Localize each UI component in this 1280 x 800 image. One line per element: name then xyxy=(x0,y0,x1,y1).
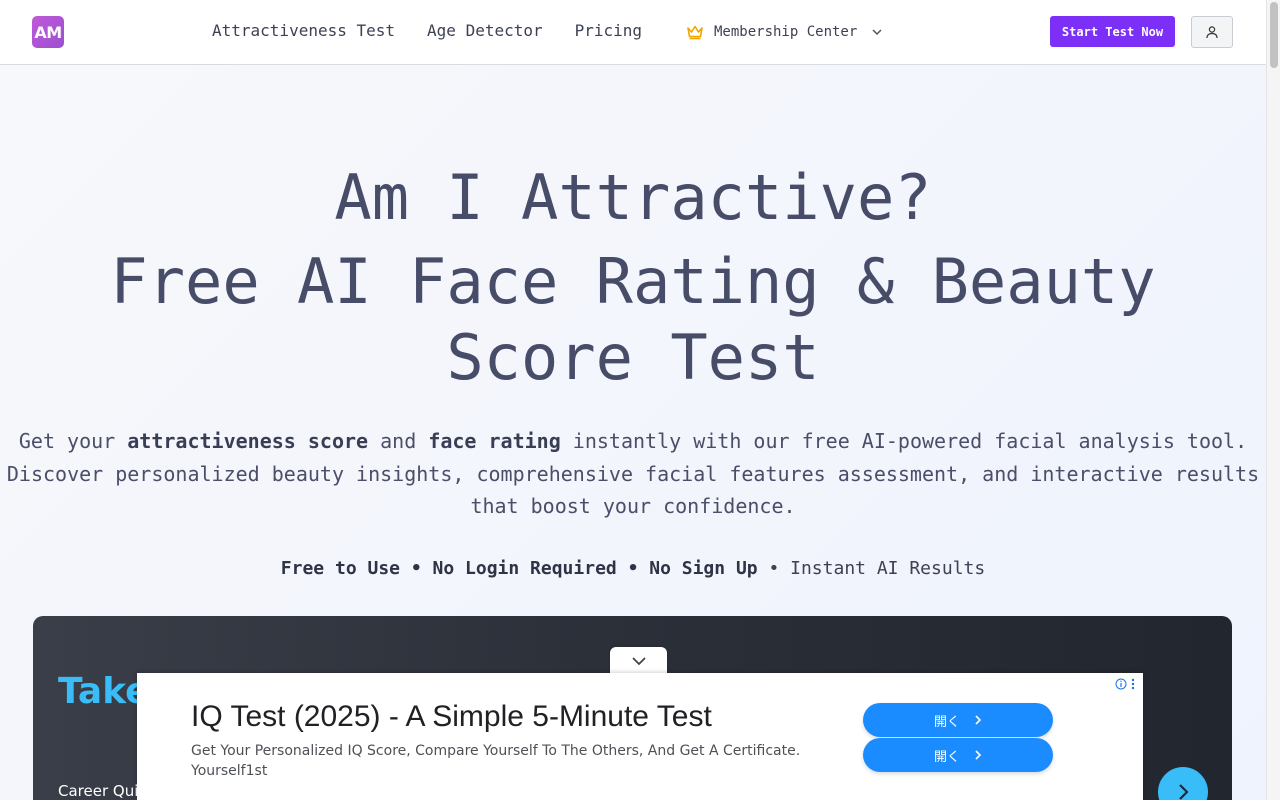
ad-body: Get Your Personalized IQ Score, Compare … xyxy=(191,741,841,781)
site-header: AM Attractiveness Test Age Detector Pric… xyxy=(0,0,1266,65)
scrollbar-thumb[interactable] xyxy=(1270,2,1278,68)
info-icon[interactable] xyxy=(1115,678,1127,690)
card-subtitle[interactable]: Career Qui xyxy=(58,782,138,800)
hero-title-line2: Free AI Face Rating & Beauty Score Test xyxy=(110,245,1156,394)
bottom-ad-banner[interactable]: IQ Test (2025) - A Simple 5-Minute Test … xyxy=(137,673,1143,800)
chevron-right-icon xyxy=(975,750,982,760)
card-title: Take xyxy=(58,671,150,712)
ad-advertiser: Yourself1st xyxy=(191,763,268,779)
hero-description: Get your attractiveness score and face r… xyxy=(6,429,1260,518)
main-nav: Attractiveness Test Age Detector Pricing xyxy=(212,20,642,42)
hero-title-line1: Am I Attractive? xyxy=(334,161,932,234)
feature-highlights: Free to Use • No Login Required • No Sig… xyxy=(0,556,1266,582)
membership-label: Membership Center xyxy=(714,24,858,40)
nav-pricing[interactable]: Pricing xyxy=(575,20,642,42)
start-test-button[interactable]: Start Test Now xyxy=(1050,16,1175,47)
nav-attractiveness-test[interactable]: Attractiveness Test xyxy=(212,20,395,42)
site-logo[interactable]: AM xyxy=(32,16,64,48)
chevron-down-icon xyxy=(872,29,882,36)
user-icon xyxy=(1206,26,1218,39)
crown-icon xyxy=(687,25,703,40)
card-next-button[interactable] xyxy=(1158,767,1208,800)
chevron-right-icon xyxy=(975,715,982,725)
ad-open-button-secondary[interactable]: 開く xyxy=(863,738,1053,772)
ad-collapse-toggle[interactable] xyxy=(610,647,667,674)
nav-age-detector[interactable]: Age Detector xyxy=(427,20,543,42)
ad-description: Get Your Personalized IQ Score, Compare … xyxy=(191,743,801,759)
chevron-right-icon xyxy=(1179,784,1189,800)
keyword-face-rating: face rating xyxy=(428,429,561,453)
membership-center-dropdown[interactable]: Membership Center xyxy=(686,22,883,42)
ad-info-controls[interactable] xyxy=(1115,678,1135,690)
ad-headline[interactable]: IQ Test (2025) - A Simple 5-Minute Test xyxy=(191,700,712,734)
ad-open-button[interactable]: 開く xyxy=(863,703,1053,737)
chevron-down-icon xyxy=(631,656,646,665)
page-scrollbar[interactable] xyxy=(1266,0,1280,800)
keyword-attractiveness-score: attractiveness score xyxy=(127,429,369,453)
feature-highlights-tail: • Instant AI Results xyxy=(757,558,986,579)
feature-highlights-bold: Free to Use • No Login Required • No Sig… xyxy=(280,558,758,579)
user-account-button[interactable] xyxy=(1191,16,1233,48)
more-options-icon[interactable] xyxy=(1131,678,1135,690)
